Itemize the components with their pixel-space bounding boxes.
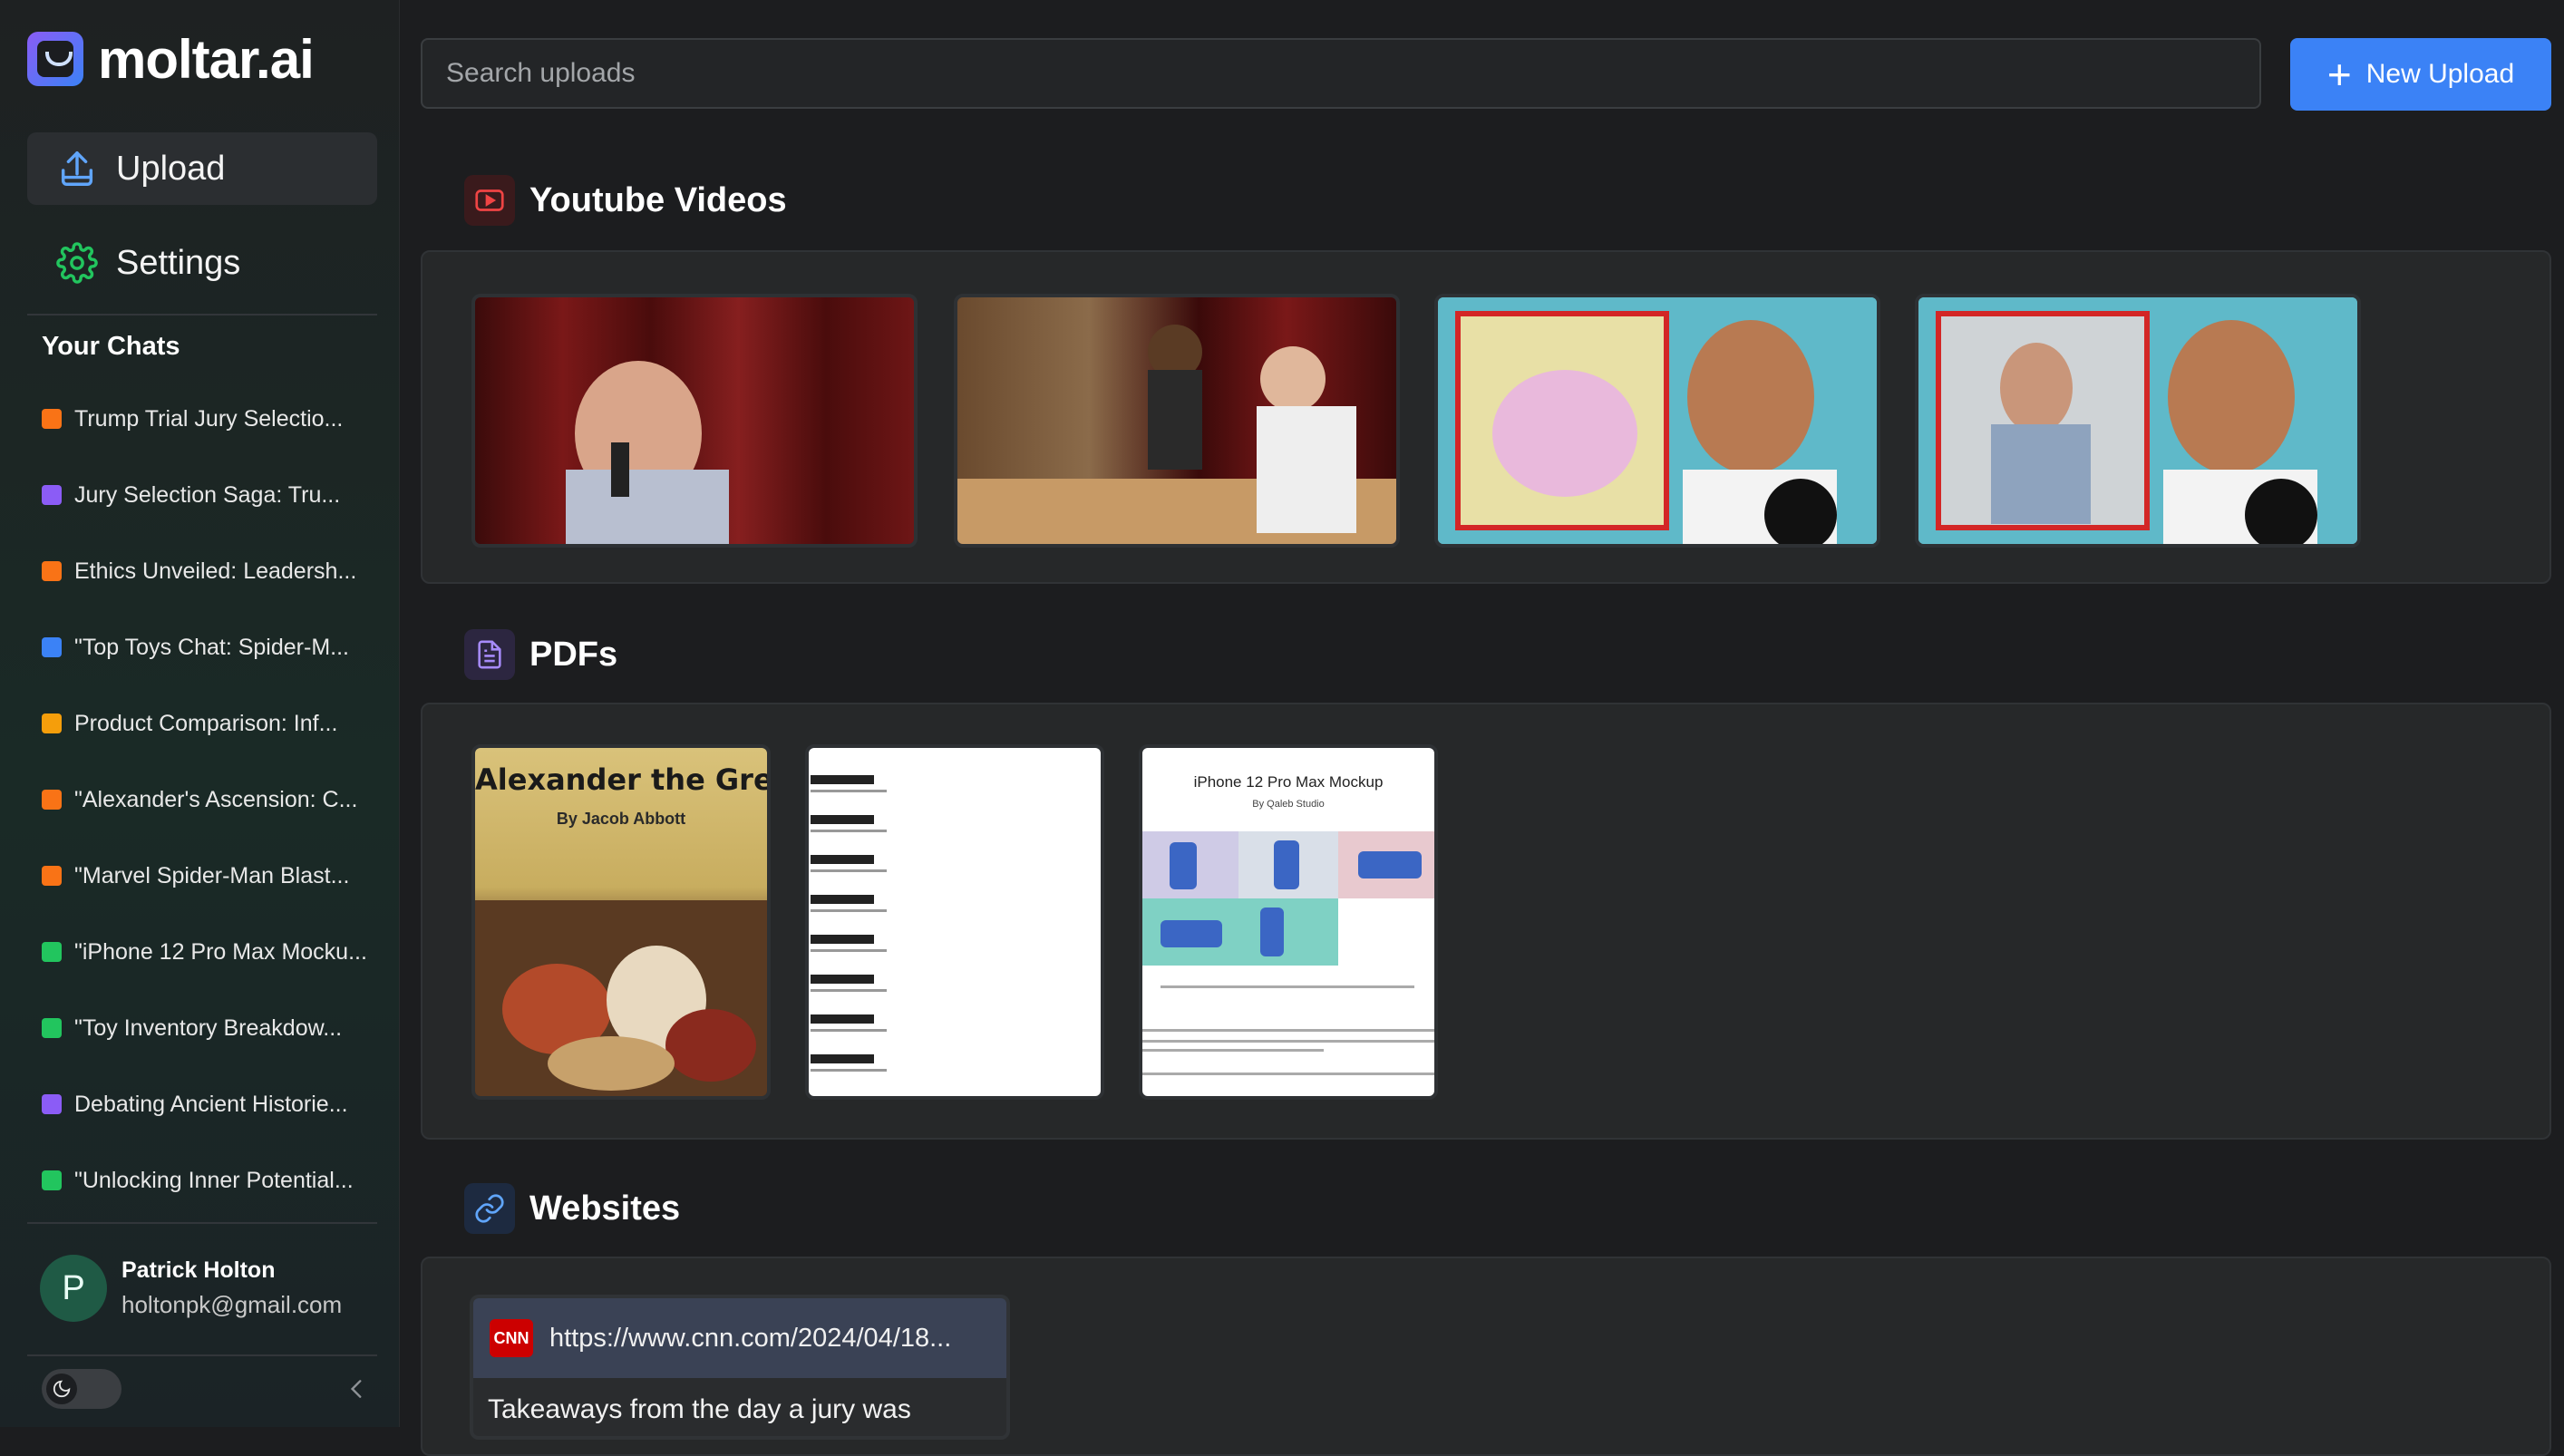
chat-color-dot — [42, 1018, 62, 1038]
avatar: P — [40, 1255, 107, 1322]
chat-list: Trump Trial Jury Selectio... Jury Select… — [42, 381, 377, 1218]
chat-label: "Unlocking Inner Potential... — [74, 1167, 354, 1193]
chat-label: "iPhone 12 Pro Max Mocku... — [74, 938, 367, 965]
pdf-card[interactable]: iPhone 12 Pro Max Mockup By Qaleb Studio — [1139, 744, 1438, 1100]
chat-color-dot — [42, 713, 62, 733]
chat-label: "Marvel Spider-Man Blast... — [74, 862, 350, 888]
search-input[interactable] — [421, 38, 2261, 109]
logo[interactable]: moltar.ai — [27, 27, 315, 91]
cnn-logo-icon: CNN — [490, 1319, 533, 1357]
chat-color-dot — [42, 790, 62, 810]
youtube-icon — [464, 175, 515, 226]
gear-icon — [54, 240, 100, 286]
sidebar-item-label: Upload — [116, 149, 226, 188]
video-card[interactable] — [1915, 294, 2361, 548]
chat-item[interactable]: Debating Ancient Historie... — [42, 1066, 377, 1142]
section-title: Youtube Videos — [529, 180, 787, 219]
app-name: moltar.ai — [98, 28, 315, 90]
chat-item[interactable]: "iPhone 12 Pro Max Mocku... — [42, 914, 377, 990]
chat-item[interactable]: Jury Selection Saga: Tru... — [42, 457, 377, 533]
sidebar: moltar.ai Upload Settings Your Chats Tru… — [0, 0, 400, 1427]
theme-toggle[interactable] — [42, 1369, 121, 1409]
website-title: Takeaways from the day a jury was — [488, 1394, 911, 1424]
section-title: PDFs — [529, 635, 618, 674]
chat-color-dot — [42, 637, 62, 657]
chat-item[interactable]: "Alexander's Ascension: C... — [42, 762, 377, 838]
pdf-cover-painting — [475, 900, 767, 1096]
pdf-page-preview — [811, 775, 887, 1072]
user-profile[interactable]: P Patrick Holton holtonpk@gmail.com — [40, 1255, 342, 1322]
pdf-cover-author: By Qaleb Studio — [1252, 799, 1325, 810]
youtube-section-header: Youtube Videos — [464, 175, 787, 226]
chat-item[interactable]: Ethics Unveiled: Leadersh... — [42, 533, 377, 609]
pdfs-section-header: PDFs — [464, 629, 617, 680]
video-card[interactable] — [1434, 294, 1880, 548]
chat-item[interactable]: "Marvel Spider-Man Blast... — [42, 838, 377, 914]
chat-color-dot — [42, 866, 62, 886]
new-upload-button[interactable]: + New Upload — [2290, 38, 2551, 111]
chevron-left-icon — [350, 1380, 362, 1398]
video-thumbnail — [1918, 297, 2357, 544]
chat-item[interactable]: "Top Toys Chat: Spider-M... — [42, 609, 377, 685]
pdf-card[interactable]: Alexander the Great By Jacob Abbott — [471, 744, 771, 1100]
pdf-page-preview — [1142, 831, 1434, 1075]
pdf-cover-title: iPhone 12 Pro Max Mockup — [1193, 773, 1384, 791]
chat-label: Ethics Unveiled: Leadersh... — [74, 558, 357, 584]
section-title: Websites — [529, 1189, 681, 1228]
chat-item[interactable]: "Toy Inventory Breakdow... — [42, 990, 377, 1066]
sidebar-item-upload[interactable]: Upload — [27, 132, 377, 205]
chat-label: "Alexander's Ascension: C... — [74, 786, 358, 812]
new-upload-label: New Upload — [2365, 59, 2515, 89]
sidebar-item-settings[interactable]: Settings — [27, 227, 377, 299]
document-icon — [464, 629, 515, 680]
moon-icon — [46, 1373, 77, 1404]
video-thumbnail — [957, 325, 1396, 544]
pdf-cover-title: Alexander the Great — [475, 762, 767, 797]
chat-label: Debating Ancient Historie... — [74, 1091, 348, 1117]
chat-label: Trump Trial Jury Selectio... — [74, 405, 344, 432]
chat-color-dot — [42, 1094, 62, 1114]
chat-color-dot — [42, 942, 62, 962]
user-name: Patrick Holton — [121, 1257, 276, 1283]
video-thumbnail — [566, 361, 729, 544]
divider — [27, 314, 377, 315]
plus-icon: + — [2326, 51, 2352, 98]
pdfs-panel: Alexander the Great By Jacob Abbott — [421, 703, 2551, 1140]
sidebar-item-label: Settings — [116, 243, 241, 282]
user-email: holtonpk@gmail.com — [121, 1291, 343, 1318]
link-icon — [464, 1183, 515, 1234]
chat-color-dot — [42, 409, 62, 429]
chat-color-dot — [42, 561, 62, 581]
collapse-sidebar-button[interactable] — [339, 1371, 375, 1407]
chat-item[interactable]: Product Comparison: Inf... — [42, 685, 377, 762]
video-card[interactable] — [954, 294, 1400, 548]
chat-color-dot — [42, 485, 62, 505]
pdf-cover-author: By Jacob Abbott — [556, 810, 686, 828]
upload-icon — [54, 146, 100, 191]
chat-label: Product Comparison: Inf... — [74, 710, 338, 736]
website-url-bar: CNN https://www.cnn.com/2024/04/18... — [473, 1298, 1006, 1378]
chats-heading: Your Chats — [42, 332, 180, 361]
chat-item[interactable]: "Unlocking Inner Potential... — [42, 1142, 377, 1218]
youtube-panel — [421, 250, 2551, 584]
websites-section-header: Websites — [464, 1183, 680, 1234]
divider — [27, 1222, 377, 1224]
chat-color-dot — [42, 1170, 62, 1190]
divider — [27, 1354, 377, 1356]
video-card[interactable] — [471, 294, 918, 548]
logo-icon — [27, 32, 83, 86]
chat-label: Jury Selection Saga: Tru... — [74, 481, 341, 508]
chat-label: "Toy Inventory Breakdow... — [74, 1014, 343, 1041]
chat-item[interactable]: Trump Trial Jury Selectio... — [42, 381, 377, 457]
pdf-card[interactable] — [805, 744, 1104, 1100]
website-card[interactable]: CNN https://www.cnn.com/2024/04/18... Ta… — [470, 1295, 1010, 1440]
website-url: https://www.cnn.com/2024/04/18... — [549, 1323, 952, 1353]
video-thumbnail — [1438, 297, 1877, 544]
chat-label: "Top Toys Chat: Spider-M... — [74, 634, 349, 660]
